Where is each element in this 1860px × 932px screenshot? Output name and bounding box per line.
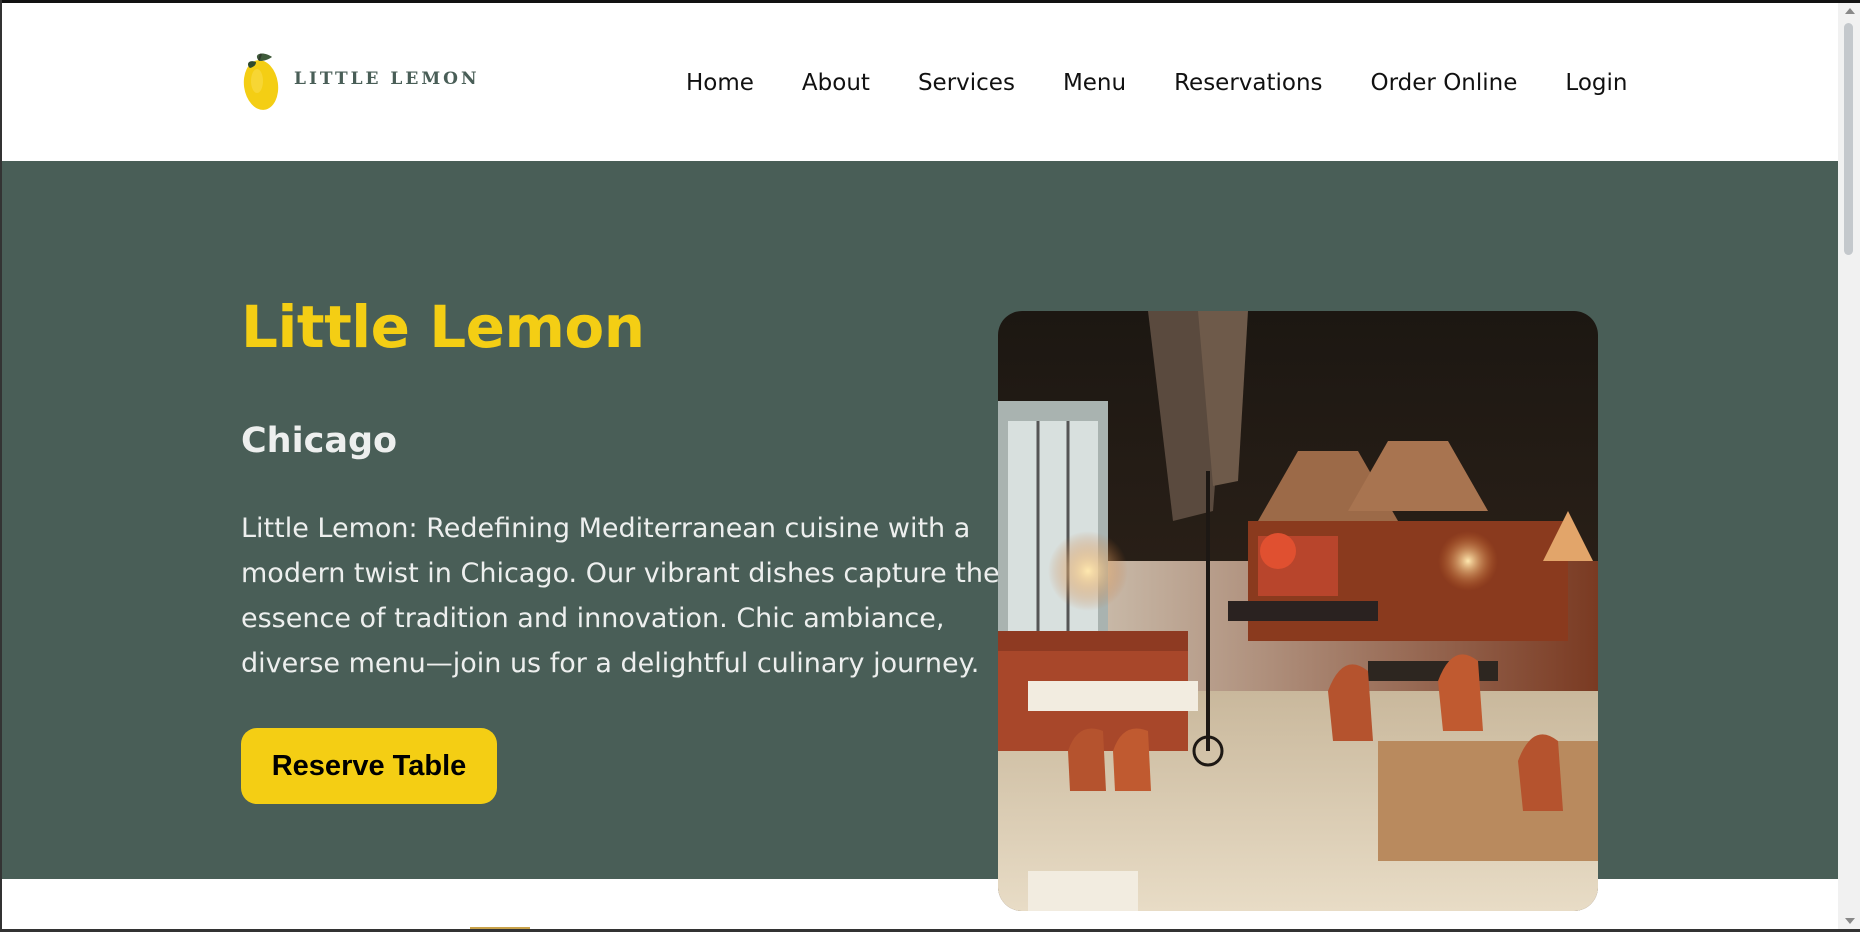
vertical-scrollbar[interactable]	[1838, 3, 1860, 929]
main-nav: Home About Services Menu Reservations Or…	[686, 70, 1627, 96]
nav-link-login[interactable]: Login	[1565, 70, 1627, 96]
nav-link-order-online[interactable]: Order Online	[1371, 70, 1518, 96]
logo[interactable]: LITTLE LEMON	[242, 51, 480, 113]
lemon-icon	[242, 51, 282, 113]
nav-link-menu[interactable]: Menu	[1063, 70, 1126, 96]
hero-title: Little Lemon	[241, 293, 645, 361]
nav-link-services[interactable]: Services	[918, 70, 1015, 96]
hero-description: Little Lemon: Redefining Mediterranean c…	[241, 513, 1000, 679]
scroll-thumb[interactable]	[1844, 23, 1853, 255]
scroll-down-arrow-icon[interactable]	[1845, 918, 1855, 924]
scroll-up-arrow-icon[interactable]	[1845, 8, 1855, 14]
site-header: LITTLE LEMON Home About Services Menu Re…	[2, 3, 1838, 161]
hero-subtitle: Chicago	[241, 421, 398, 461]
restaurant-image	[998, 311, 1598, 911]
logo-text: LITTLE LEMON	[294, 69, 480, 89]
nav-link-reservations[interactable]: Reservations	[1174, 70, 1322, 96]
nav-link-home[interactable]: Home	[686, 70, 754, 96]
nav-link-about[interactable]: About	[802, 70, 870, 96]
reserve-table-button[interactable]: Reserve Table	[241, 728, 497, 804]
